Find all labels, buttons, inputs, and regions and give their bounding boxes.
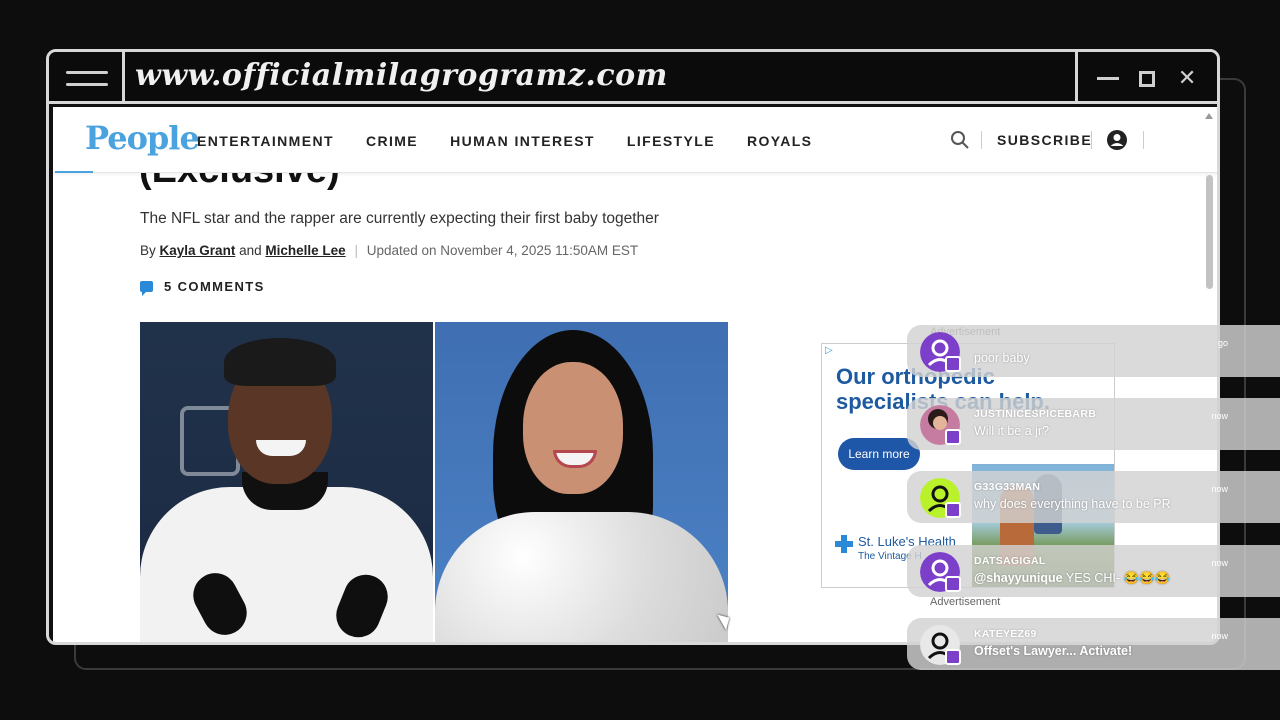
chat-time: now: [1211, 631, 1228, 641]
comments-link[interactable]: 5 COMMENTS: [140, 279, 265, 296]
twitch-badge-icon: [945, 502, 961, 518]
face: [523, 362, 623, 494]
chat-username: G33G33MAN: [974, 481, 1041, 493]
chat-text: why does everything have to be PR: [974, 497, 1171, 511]
ad-label: Advertisement: [930, 596, 1001, 608]
nav-divider: [981, 131, 982, 149]
article-photo-left: [140, 322, 433, 642]
hospital-cross-icon: [835, 535, 853, 553]
chat-username: KATEYEZ69: [974, 628, 1037, 640]
overlay-url: www.officialmilagrogramz.com: [135, 58, 668, 93]
nav-human-interest[interactable]: HUMAN INTEREST: [450, 133, 595, 149]
chat-text-body: YES CHI- 😂😂😂: [1062, 571, 1171, 585]
account-icon[interactable]: [1106, 129, 1128, 151]
chat-time: now: [1211, 558, 1228, 568]
people-logo[interactable]: People: [85, 119, 200, 157]
hoodie: [140, 487, 433, 642]
chat-time: now: [1211, 484, 1228, 494]
hair: [224, 338, 336, 386]
chat-text: Will it be a jr?: [974, 424, 1050, 438]
chat-message: DATSAGIGAL @shayyunique YES CHI- 😂😂😂 now: [907, 545, 1280, 597]
scrollbar-thumb[interactable]: [1206, 175, 1213, 289]
byline: By Kayla Grant and Michelle Lee | Update…: [140, 243, 638, 258]
chat-message: KATEYEZ69 Offset's Lawyer... Activate! n…: [907, 618, 1280, 670]
author-link[interactable]: Michelle Lee: [265, 243, 345, 258]
chat-text: Offset's Lawyer... Activate!: [974, 644, 1133, 658]
overlay-titlebar: www.officialmilagrogramz.com ✕: [49, 52, 1217, 104]
article-dek: The NFL star and the rapper are currentl…: [140, 210, 659, 227]
twitch-badge-icon: [945, 649, 961, 665]
nav-crime[interactable]: CRIME: [366, 133, 418, 149]
logo-underline: [55, 171, 93, 173]
window-controls: ✕: [1075, 52, 1217, 104]
chat-time: now: [1211, 411, 1228, 421]
stream-overlay: www.officialmilagrogramz.com ✕ People EN…: [0, 0, 1280, 720]
nav-royals[interactable]: ROYALS: [747, 133, 812, 149]
chat-message: JUSTINICESPICEBARB Will it be a jr? now: [907, 398, 1280, 450]
menu-icon[interactable]: [49, 52, 125, 104]
ad-learn-more-button[interactable]: Learn more: [838, 438, 920, 470]
chat-username: JUSTINICESPICEBARB: [974, 408, 1097, 420]
chat-time: go: [1217, 338, 1228, 348]
adchoices-icon[interactable]: ▷: [825, 345, 833, 356]
chat-text: @shayyunique YES CHI- 😂😂😂: [974, 571, 1170, 586]
chat-message: poor baby go: [907, 325, 1280, 377]
site-header: People ENTERTAINMENT CRIME HUMAN INTERES…: [53, 107, 1217, 173]
nav-divider: [1143, 131, 1144, 149]
nav-entertainment[interactable]: ENTERTAINMENT: [197, 133, 334, 149]
twitch-badge-icon: [945, 429, 961, 445]
twitch-badge-icon: [945, 356, 961, 372]
subscribe-button[interactable]: SUBSCRIBE: [997, 132, 1092, 148]
chat-mention: @shayyunique: [974, 571, 1063, 585]
byline-divider: |: [354, 243, 358, 258]
chat-username: DATSAGIGAL: [974, 555, 1046, 567]
search-icon[interactable]: [949, 129, 971, 151]
fur-garment: [435, 512, 728, 642]
minimize-icon[interactable]: [1094, 66, 1122, 91]
author-link[interactable]: Kayla Grant: [160, 243, 236, 258]
chat-text: poor baby: [974, 351, 1030, 365]
nav-divider: [1091, 131, 1092, 149]
scroll-up-arrow[interactable]: [1205, 113, 1213, 119]
updated-date: Updated on November 4, 2025 11:50AM EST: [366, 243, 639, 258]
byline-and: and: [239, 243, 262, 258]
comments-count: 5 COMMENTS: [164, 279, 265, 294]
article-photo-right: [435, 322, 728, 642]
comment-icon: [140, 281, 153, 296]
twitch-badge-icon: [945, 576, 961, 592]
chat-message: G33G33MAN why does everything have to be…: [907, 471, 1280, 523]
nav-lifestyle[interactable]: LIFESTYLE: [627, 133, 715, 149]
main-nav: ENTERTAINMENT CRIME HUMAN INTEREST LIFES…: [197, 133, 844, 149]
close-icon[interactable]: ✕: [1173, 66, 1201, 91]
maximize-icon[interactable]: [1133, 66, 1161, 91]
byline-prefix: By: [140, 243, 156, 258]
